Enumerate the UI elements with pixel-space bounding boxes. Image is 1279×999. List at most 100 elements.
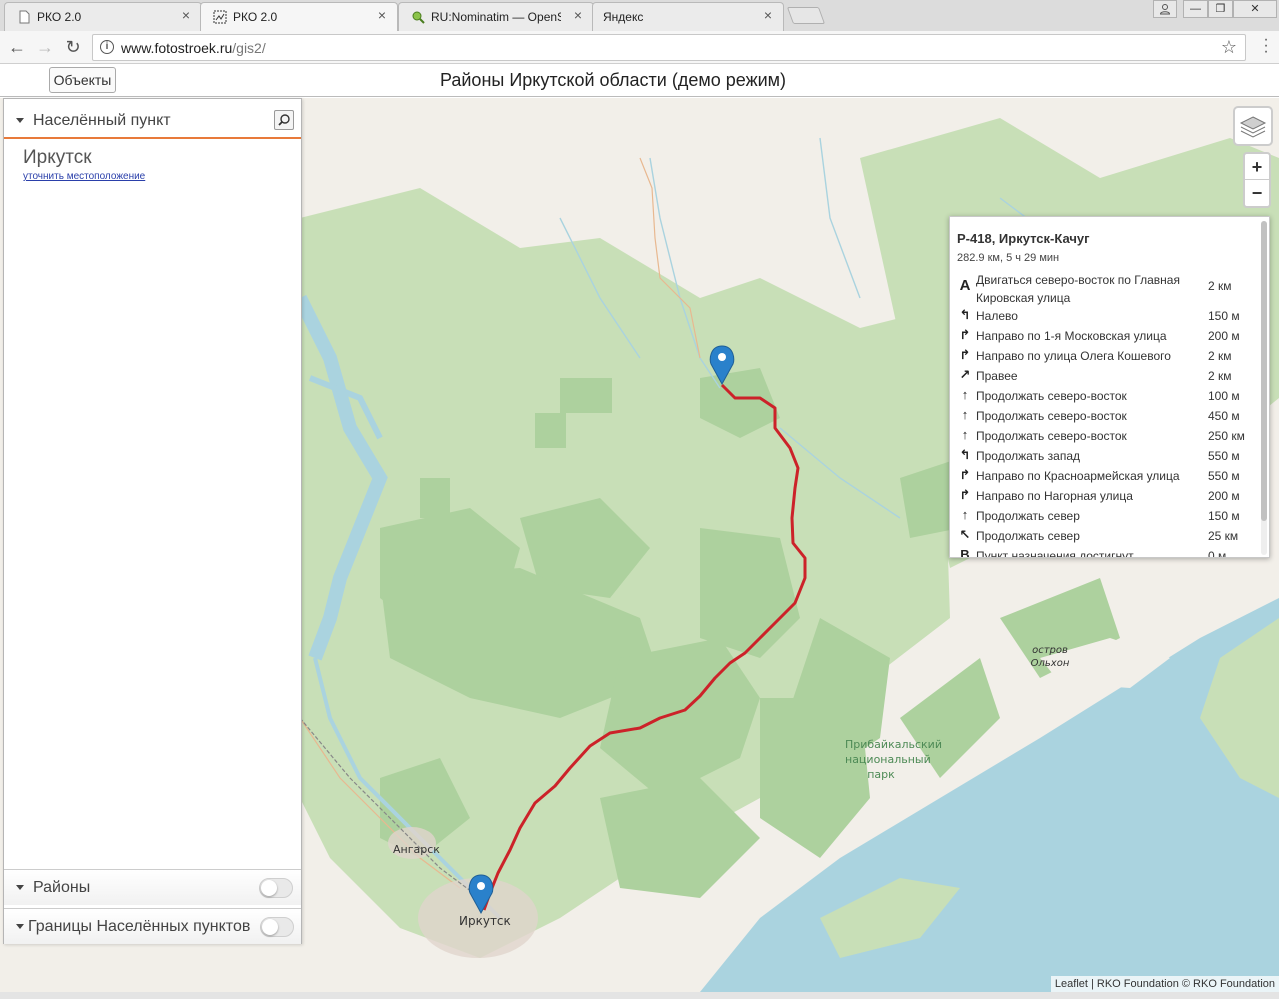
tab-title: RU:Nominatim — OpenStre (431, 10, 561, 24)
page-title: Районы Иркутской области (демо режим) (439, 70, 787, 90)
browser-tab-strip: РКО 2.0 × РКО 2.0 × RU:Nominatim — OpenS… (0, 0, 1279, 32)
step-instruction: Двигаться северо-восток по Главная Киров… (976, 273, 1180, 305)
districts-accordion-header[interactable]: Районы (4, 869, 301, 905)
step-distance: 150 м (1208, 309, 1240, 323)
map-label-island: остров Ольхон (1030, 645, 1070, 669)
selected-city: Иркутск (23, 147, 92, 168)
route-summary: 282.9 км, 5 ч 29 мин (957, 252, 1060, 264)
settlement-label: Населённый пункт (33, 112, 171, 129)
route-step[interactable]: B Пункт назначения достигнут 0 м (956, 545, 1256, 558)
step-instruction: Направо по 1-я Московская улица (976, 329, 1167, 343)
address-bar[interactable]: i www.fotostroek.ru/gis2/ ☆ (92, 34, 1246, 61)
tab-close-icon[interactable]: × (761, 8, 775, 22)
route-step[interactable]: A Двигаться северо-восток по Главная Киро… (956, 269, 1256, 305)
map-favicon-icon (213, 10, 227, 24)
zoom-in-button[interactable]: + (1245, 154, 1269, 180)
districts-toggle[interactable] (259, 878, 293, 898)
back-arrow-icon[interactable]: ← (6, 36, 28, 58)
step-instruction: Пункт назначения достигнут (976, 549, 1134, 558)
user-profile-icon[interactable] (1153, 0, 1177, 18)
map-label-irkutsk: Иркутск (459, 914, 511, 928)
caret-down-icon (16, 885, 24, 890)
caret-down-icon (16, 924, 24, 929)
route-step[interactable]: ↗ Правее 2 км (956, 365, 1256, 385)
nominatim-favicon-icon (412, 11, 425, 24)
borders-accordion-header[interactable]: Границы Населённых пунктов (4, 908, 301, 944)
direction-icon: ↑ (961, 507, 969, 522)
step-instruction: Направо по улица Олега Кошевого (976, 349, 1171, 363)
route-step[interactable]: ↑ Продолжать северо-восток 450 м (956, 405, 1256, 425)
route-step[interactable]: ↱ Направо по улица Олега Кошевого 2 км (956, 345, 1256, 365)
tab-close-icon[interactable]: × (571, 8, 585, 22)
step-instruction: Налево (976, 309, 1018, 323)
page-icon (19, 10, 30, 24)
new-tab-button[interactable] (786, 7, 826, 24)
route-step[interactable]: ↑ Продолжать северо-восток 100 м (956, 385, 1256, 405)
step-distance: 2 км (1208, 279, 1232, 293)
browser-toolbar: ← → ↻ i www.fotostroek.ru/gis2/ ☆ · · · (0, 31, 1279, 64)
zoom-control: + − (1243, 152, 1271, 208)
layers-control-icon[interactable] (1233, 106, 1273, 146)
tab-close-icon[interactable]: × (375, 8, 389, 22)
route-scrollbar[interactable] (1261, 221, 1267, 555)
step-instruction: Продолжать север (976, 529, 1080, 543)
direction-icon: ↑ (961, 407, 969, 422)
step-distance: 25 км (1208, 529, 1239, 543)
route-step[interactable]: ↱ Направо по Красноармейская улица 550 м (956, 465, 1256, 485)
step-instruction: Продолжать северо-восток (976, 389, 1127, 403)
step-instruction: Направо по Красноармейская улица (976, 469, 1180, 483)
step-instruction: Продолжать запад (976, 449, 1080, 463)
direction-icon: B (960, 547, 970, 558)
borders-toggle[interactable] (260, 917, 294, 937)
browser-bottom-edge (0, 992, 1279, 999)
sidebar-panel: Населённый пункт Иркутск уточнить местоп… (3, 98, 302, 944)
step-distance: 250 км (1208, 429, 1245, 443)
settlement-accordion-header[interactable]: Населённый пункт (4, 103, 301, 139)
route-step[interactable]: ↑ Продолжать северо-восток 250 км (956, 425, 1256, 445)
step-instruction: Продолжать северо-восток (976, 409, 1127, 423)
step-distance: 0 м (1208, 549, 1227, 558)
route-step[interactable]: ↰ Продолжать запад 550 м (956, 445, 1256, 465)
direction-icon: ↰ (959, 307, 971, 322)
step-instruction: Направо по Нагорная улица (976, 489, 1133, 503)
zoom-out-button[interactable]: − (1245, 180, 1269, 206)
forward-arrow-icon[interactable]: → (34, 36, 56, 58)
tab-close-icon[interactable]: × (179, 8, 193, 22)
step-distance: 150 м (1208, 509, 1240, 523)
step-distance: 2 км (1208, 349, 1232, 363)
browser-menu-icon[interactable]: · · · (1261, 32, 1271, 60)
step-distance: 200 м (1208, 329, 1240, 343)
app-header: Объекты Районы Иркутской области (демо р… (0, 65, 1279, 97)
districts-label: Районы (33, 879, 91, 896)
info-icon[interactable]: i (100, 40, 114, 54)
route-step[interactable]: ↖ Продолжать север 25 км (956, 525, 1256, 545)
step-distance: 200 м (1208, 489, 1240, 503)
minimize-button[interactable]: — (1183, 0, 1208, 18)
route-step[interactable]: ↱ Направо по 1-я Московская улица 200 м (956, 325, 1256, 345)
borders-label: Границы Населённых пунктов (28, 918, 251, 935)
refine-location-link[interactable]: уточнить местоположение (23, 171, 145, 182)
direction-icon: ↱ (959, 347, 971, 362)
bookmark-star-icon[interactable]: ☆ (1221, 37, 1237, 58)
step-instruction: Правее (976, 369, 1018, 383)
map-attribution[interactable]: Leaflet | RKO Foundation © RKO Foundatio… (1050, 976, 1279, 992)
close-window-button[interactable]: ✕ (1233, 0, 1277, 18)
route-instructions-panel: Р-418, Иркутск-Качуг 282.9 км, 5 ч 29 ми… (949, 216, 1270, 558)
url-text[interactable]: www.fotostroek.ru/gis2/ (121, 40, 266, 56)
route-step[interactable]: ↰ Налево 150 м (956, 305, 1256, 325)
search-icon[interactable] (274, 110, 294, 130)
map-label-park: Прибайкальский национальный парк (845, 738, 942, 781)
browser-tab-2[interactable]: РКО 2.0 × (200, 2, 398, 32)
caret-down-icon (16, 118, 24, 123)
tab-title: Яндекс (603, 10, 644, 24)
route-step[interactable]: ↑ Продолжать север 150 м (956, 505, 1256, 525)
restore-button[interactable]: ❐ (1208, 0, 1233, 18)
route-step[interactable]: ↱ Направо по Нагорная улица 200 м (956, 485, 1256, 505)
browser-tab-3[interactable]: RU:Nominatim — OpenStre × (398, 2, 594, 31)
tab-title: РКО 2.0 (233, 10, 278, 24)
reload-icon[interactable]: ↻ (62, 36, 84, 58)
browser-tab-4[interactable]: Яндекс × (592, 2, 784, 31)
browser-tab-1[interactable]: РКО 2.0 × (4, 2, 202, 31)
direction-icon: ↑ (961, 427, 969, 442)
direction-icon: ↗ (959, 367, 971, 382)
